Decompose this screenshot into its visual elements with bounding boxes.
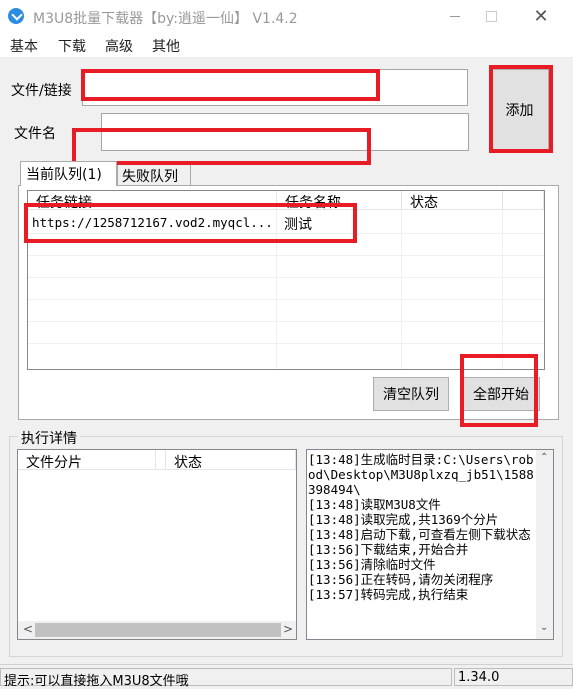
log-line: [13:56]正在转码,请勿关闭程序 — [308, 572, 494, 587]
menu-advanced[interactable]: 高级 — [105, 36, 133, 56]
log-line: [13:56]清除临时文件 — [308, 557, 436, 572]
scroll-right-icon[interactable]: > — [283, 622, 293, 636]
title-bar[interactable]: M3U8批量下载器【by:逍遥一仙】 V1.4.2 ✕ — [0, 0, 573, 33]
log-line: [13:56]下载结束,开始合并 — [308, 542, 469, 557]
segment-list[interactable]: 文件分片 状态 < > — [17, 449, 297, 640]
scrollbar-thumb[interactable] — [35, 623, 281, 637]
filename-input[interactable] — [101, 113, 469, 151]
url-label: 文件/链接 — [11, 83, 72, 99]
row-divider — [28, 321, 544, 322]
tab-current-queue[interactable]: 当前队列(1) — [20, 161, 117, 186]
log-text: [13:48]生成临时目录:C:\Users\robod\Desktop\M3U… — [308, 452, 536, 602]
close-button[interactable]: ✕ — [518, 0, 564, 33]
row-divider — [28, 343, 544, 344]
menu-download[interactable]: 下载 — [58, 36, 86, 56]
scroll-left-icon[interactable]: < — [23, 622, 33, 636]
status-bar: 提示:可以直接拖入M3U8文件哦 1.34.0 — [0, 664, 573, 689]
download-icon — [8, 8, 24, 24]
close-icon: ✕ — [533, 6, 549, 27]
log-line: [13:48]启动下载,可查看左侧下载状态 — [308, 527, 531, 542]
minimize-icon — [450, 16, 460, 17]
menu-basic[interactable]: 基本 — [10, 36, 38, 56]
column-spacer — [156, 450, 166, 470]
filename-label: 文件名 — [14, 126, 56, 142]
task-name-cell: 测试 — [284, 217, 312, 233]
log-line: [13:48]读取完成,共1369个分片 — [308, 512, 499, 527]
maximize-icon — [485, 11, 497, 22]
column-divider — [401, 210, 402, 369]
column-divider — [276, 210, 277, 369]
start-all-button[interactable]: 全部开始 — [462, 377, 540, 411]
column-task-link[interactable]: 任务链接 — [28, 191, 277, 211]
details-group-title: 执行详情 — [18, 428, 80, 448]
clear-queue-button[interactable]: 清空队列 — [373, 377, 449, 411]
task-link-cell: https://1258712167.vod2.myqcl... — [32, 215, 273, 230]
column-divider — [502, 210, 503, 369]
vertical-scrollbar[interactable]: ⌃ ⌄ — [536, 450, 553, 639]
add-button[interactable]: 添加 — [490, 69, 549, 151]
menu-other[interactable]: 其他 — [152, 36, 180, 56]
column-task-name[interactable]: 任务名称 — [277, 191, 402, 211]
window-title: M3U8批量下载器【by:逍遥一仙】 V1.4.2 — [33, 11, 298, 27]
column-segment-status[interactable]: 状态 — [166, 450, 296, 471]
column-file-segment[interactable]: 文件分片 — [18, 450, 156, 471]
status-hint: 提示:可以直接拖入M3U8文件哦 — [0, 668, 452, 689]
row-divider — [28, 255, 544, 256]
menu-bar: 基本 下载 高级 其他 — [0, 33, 573, 58]
row-divider — [28, 277, 544, 278]
scroll-up-icon[interactable]: ⌃ — [540, 452, 548, 463]
tab-failed-queue[interactable]: 失败队列 — [117, 164, 191, 186]
status-version: 1.34.0 — [454, 668, 573, 686]
main-window: M3U8批量下载器【by:逍遥一仙】 V1.4.2 ✕ 基本 下载 高级 其他 … — [0, 0, 573, 689]
url-input[interactable] — [82, 69, 468, 106]
log-line: [13:48]生成临时目录:C:\Users\robod\Desktop\M3U… — [308, 452, 534, 497]
log-line: [13:57]转码完成,执行结束 — [308, 587, 469, 602]
row-divider — [28, 299, 544, 300]
maximize-button[interactable] — [468, 0, 514, 33]
column-status[interactable]: 状态 — [402, 191, 503, 211]
execution-log[interactable]: [13:48]生成临时目录:C:\Users\robod\Desktop\M3U… — [306, 449, 554, 640]
scroll-down-icon[interactable]: ⌄ — [540, 622, 548, 633]
log-line: [13:48]读取M3U8文件 — [308, 497, 441, 512]
horizontal-scrollbar[interactable]: < > — [18, 621, 296, 639]
queue-list[interactable]: 任务链接 任务名称 状态 https://1258712167.vod2.myq… — [27, 190, 545, 370]
column-filler — [503, 191, 544, 210]
